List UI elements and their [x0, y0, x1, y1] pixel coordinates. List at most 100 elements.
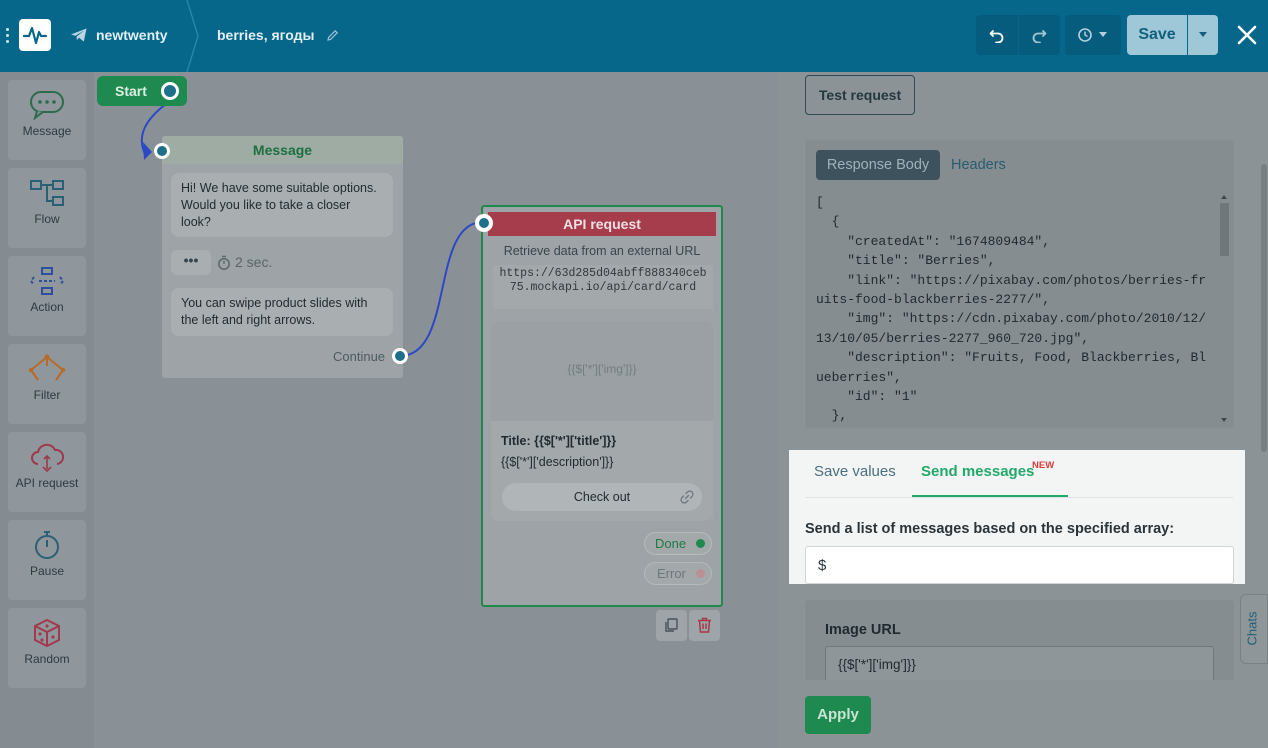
message-node-title: Message	[252, 142, 313, 158]
chats-label: Chats	[1244, 611, 1260, 646]
undo-icon	[989, 30, 1004, 44]
chats-tab[interactable]: Chats	[1240, 594, 1268, 664]
message-node-header: Message	[162, 136, 403, 164]
apply-label: Apply	[817, 706, 859, 723]
tab-label: Save values	[814, 463, 896, 480]
bot-selector[interactable]: newtwenty	[70, 25, 168, 45]
array-input[interactable]: $	[805, 546, 1234, 584]
card-preview[interactable]: {{$['*']['img']}} Title: {{$['*']['title…	[491, 321, 713, 521]
flow-icon	[30, 180, 64, 206]
tool-action[interactable]: Action	[8, 256, 86, 336]
test-request-label: Test request	[818, 87, 902, 103]
response-line: "description": "Fruits, Food, Blackberri…	[816, 350, 1207, 366]
close-button[interactable]	[1234, 22, 1260, 48]
save-button[interactable]: Save	[1127, 15, 1187, 55]
error-output-port[interactable]	[694, 567, 707, 580]
redo-icon	[1032, 30, 1047, 44]
flow-title[interactable]: berries, ягоды	[217, 27, 339, 43]
app-logo-icon[interactable]	[19, 19, 51, 51]
action-icon	[29, 267, 65, 295]
tab-label: Send messages	[921, 463, 1035, 480]
drag-handle-icon[interactable]	[6, 28, 10, 44]
response-line: "title": "Berries",	[816, 253, 996, 269]
done-label: Done	[655, 536, 687, 551]
tab-save-values[interactable]: Save values	[814, 463, 896, 481]
redo-button[interactable]	[1019, 15, 1060, 55]
continue-label: Continue	[333, 349, 386, 364]
card-button[interactable]: Check out	[502, 483, 702, 511]
tab-label: Response Body	[826, 157, 930, 173]
api-node-subtitle: Retrieve data from an external URL	[503, 244, 701, 258]
tool-label: Pause	[29, 564, 65, 578]
new-badge: NEW	[1032, 460, 1055, 471]
duplicate-node-button[interactable]	[656, 610, 687, 641]
flow-name: berries, ягоды	[217, 27, 315, 43]
history-button[interactable]	[1065, 15, 1121, 55]
card-description: {{$['*']['description']}}	[501, 455, 614, 469]
response-line: "createdAt": "1674809484",	[816, 233, 1051, 249]
tab-send-messages[interactable]: Send messages NEW	[912, 450, 1068, 498]
done-output-port[interactable]	[694, 537, 707, 550]
filter-icon	[28, 354, 66, 381]
chat-bubble-icon	[30, 91, 64, 120]
card-title: Title: {{$['*']['title']}}	[501, 434, 617, 448]
scrollbar-thumb[interactable]	[1220, 203, 1229, 256]
api-url: https://63d285d04abff888340ceb75.mockapi…	[493, 265, 713, 309]
tool-message[interactable]: Message	[8, 80, 86, 160]
done-output[interactable]: Done	[644, 532, 712, 555]
save-options-button[interactable]	[1188, 15, 1218, 55]
card-button-label: Check out	[573, 490, 631, 504]
response-body-tab[interactable]: Response Body	[816, 150, 940, 180]
bot-name: newtwenty	[96, 27, 168, 43]
response-line: },	[816, 408, 848, 424]
api-input-port[interactable]	[475, 214, 493, 232]
scrollbar-thumb[interactable]	[1261, 164, 1267, 452]
tool-flow[interactable]: Flow	[8, 168, 86, 248]
message-bubble[interactable]: Hi! We have some suitable options. Would…	[171, 173, 393, 237]
message-input-port[interactable]	[154, 143, 170, 159]
tool-api-request[interactable]: API request	[8, 432, 86, 512]
start-node[interactable]: Start	[97, 76, 187, 106]
tab-label: Headers	[951, 157, 1006, 173]
trash-icon	[698, 617, 711, 633]
api-node-title: API request	[563, 216, 641, 232]
headers-tab[interactable]: Headers	[951, 150, 1006, 180]
typing-indicator: •••	[171, 250, 211, 275]
message-bubble[interactable]: You can swipe product slides with the le…	[171, 288, 393, 336]
tool-pause[interactable]: Pause	[8, 520, 86, 600]
response-scrollbar[interactable]	[1218, 193, 1230, 425]
chevron-down-icon	[1099, 32, 1107, 37]
chevron-down-icon	[1199, 32, 1207, 37]
close-icon	[1237, 25, 1257, 45]
apply-button[interactable]: Apply	[805, 696, 871, 734]
flow-canvas[interactable]: Start Message Hi! We have some suitable …	[0, 72, 777, 748]
api-request-node[interactable]: API request Retrieve data from an extern…	[475, 205, 723, 607]
stopwatch-icon	[35, 531, 59, 559]
delete-node-button[interactable]	[689, 610, 720, 641]
delay-value: 2 sec.	[235, 254, 273, 270]
tool-label: Message	[22, 124, 72, 138]
image-url-value: {{$['*']['img']}}	[838, 657, 916, 672]
tool-filter[interactable]: Filter	[8, 344, 86, 424]
response-viewer: Response Body Headers [ { "createdAt": "…	[805, 140, 1234, 428]
undo-button[interactable]	[976, 15, 1018, 55]
pencil-icon[interactable]	[326, 29, 339, 41]
error-label: Error	[657, 566, 686, 581]
test-request-button[interactable]: Test request	[805, 75, 915, 115]
link-icon	[680, 490, 694, 504]
error-output[interactable]: Error	[644, 562, 712, 585]
history-icon	[1078, 28, 1092, 42]
start-label: Start	[115, 83, 147, 99]
tool-label: Filter	[33, 388, 61, 402]
image-url-input[interactable]: {{$['*']['img']}}	[825, 646, 1214, 684]
response-line: {	[816, 214, 840, 230]
tool-label: Flow	[34, 212, 60, 226]
tool-label: API request	[15, 476, 79, 490]
tool-label: Random	[24, 652, 70, 666]
start-output-port[interactable]	[161, 82, 179, 100]
message-node[interactable]: Message Hi! We have some suitable option…	[154, 136, 408, 378]
tool-random[interactable]: Random	[8, 608, 86, 688]
card-image-text: {{$['*']['img']}}	[567, 362, 637, 376]
array-label: Send a list of messages based on the spe…	[805, 521, 1175, 537]
continue-output-port[interactable]	[392, 348, 408, 364]
